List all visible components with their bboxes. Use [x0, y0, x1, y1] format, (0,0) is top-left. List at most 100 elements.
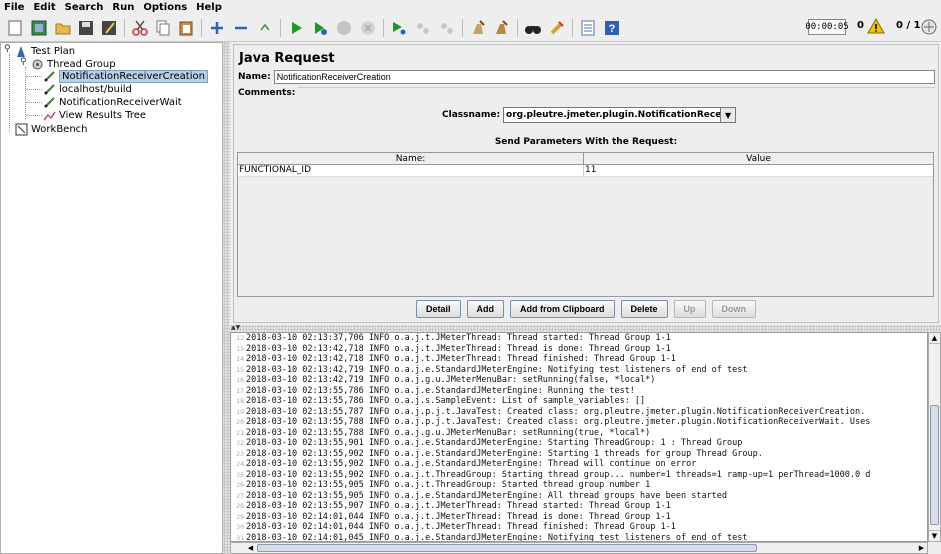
log-line-number: 31 — [236, 533, 244, 542]
start-icon[interactable] — [285, 17, 307, 39]
split-pane-divider[interactable] — [223, 42, 230, 554]
expand-toggle-icon[interactable]: ⚲ — [20, 57, 27, 67]
function-helper-icon[interactable] — [577, 17, 599, 39]
comments-row: Comments: — [238, 86, 935, 100]
toolbar-separator — [572, 19, 573, 37]
log-line: 13 2018-03-10 02:13:42,718 INFO o.a.j.t.J… — [231, 344, 927, 355]
collapse-arrows-icon[interactable]: ▲▼ — [231, 324, 240, 331]
classname-select[interactable]: org.pleutre.jmeter.plugin.NotificationRe… — [503, 107, 722, 123]
log-line-text: 2018-03-10 02:13:55,905 INFO o.a.j.t.Thr… — [246, 480, 651, 490]
chevron-down-icon[interactable]: ▼ — [721, 107, 737, 123]
save-icon[interactable] — [75, 17, 97, 39]
menu-search[interactable]: Search — [65, 2, 104, 13]
log-viewer[interactable]: 12 2018-03-10 02:13:37,706 INFO o.a.j.t.J… — [230, 332, 928, 542]
log-line: 27 2018-03-10 02:13:55,905 INFO o.a.j.e.S… — [231, 491, 927, 502]
add-from-clipboard-button[interactable]: Add from Clipboard — [510, 300, 615, 318]
remote-shutdown-icon[interactable] — [436, 17, 458, 39]
tree-line — [9, 54, 10, 132]
log-line-text: 2018-03-10 02:13:55,788 INFO o.a.j.g.u.J… — [246, 427, 651, 438]
clear-all-icon[interactable] — [491, 17, 513, 39]
log-line-number: 19 — [236, 407, 244, 416]
new-icon[interactable] — [4, 17, 26, 39]
toolbar-separator — [280, 19, 281, 37]
shutdown-icon[interactable] — [357, 17, 379, 39]
scroll-left-icon[interactable]: ◀ — [245, 543, 256, 553]
menu-file[interactable]: File — [4, 2, 24, 13]
templates-icon[interactable] — [28, 17, 50, 39]
delete-button[interactable]: Delete — [620, 300, 668, 318]
help-icon[interactable]: ? — [601, 17, 623, 39]
down-button[interactable]: Down — [711, 300, 757, 318]
log-line-number: 26 — [236, 481, 244, 489]
table-row[interactable]: FUNCTIONAL_ID 11 — [238, 165, 933, 177]
java-request-panel: Java Request Name: Comments: Classname: … — [230, 42, 941, 325]
log-line-number: 17 — [236, 386, 244, 395]
error-count: 0 — [857, 20, 864, 31]
cut-icon[interactable] — [129, 17, 151, 39]
open-icon[interactable] — [52, 17, 74, 39]
up-button[interactable]: Up — [673, 300, 706, 318]
toolbar-separator — [517, 19, 518, 37]
tree-node-localhost-build[interactable]: localhost/build — [43, 83, 132, 96]
remote-stop-icon[interactable] — [412, 17, 434, 39]
expand-icon[interactable] — [206, 17, 228, 39]
log-line: 14 2018-03-10 02:13:42,718 INFO o.a.j.t.J… — [231, 354, 927, 365]
scroll-up-icon[interactable]: ▲ — [929, 333, 940, 344]
log-horizontal-scrollbar[interactable]: ◀ ▶ — [230, 542, 928, 554]
log-line-text: 2018-03-10 02:13:55,902 INFO o.a.j.t.Thr… — [246, 469, 871, 480]
tree-node-notification-creation[interactable]: NotificationReceiverCreation — [43, 70, 208, 83]
scroll-thumb[interactable] — [257, 544, 757, 552]
log-line-text: 2018-03-10 02:14:01,045 INFO o.a.j.e.Sta… — [246, 532, 748, 542]
remote-start-icon[interactable] — [388, 17, 410, 39]
detail-button[interactable]: Detail — [416, 300, 461, 318]
menu-run[interactable]: Run — [112, 2, 134, 13]
copy-icon[interactable] — [152, 17, 174, 39]
classname-row: Classname: org.pleutre.jmeter.plugin.Not… — [442, 107, 737, 123]
name-input[interactable] — [273, 70, 935, 84]
log-split-divider[interactable]: ▲▼ — [230, 324, 941, 332]
menu-help[interactable]: Help — [196, 2, 222, 13]
scroll-thumb[interactable] — [930, 405, 939, 525]
menu-options[interactable]: Options — [143, 2, 187, 13]
log-line-number: 23 — [236, 449, 244, 458]
log-line-text: 2018-03-10 02:13:55,902 INFO o.a.j.e.Sta… — [246, 448, 763, 459]
menu-edit[interactable]: Edit — [33, 2, 55, 13]
paste-icon[interactable] — [175, 17, 197, 39]
tree-node-view-results-tree[interactable]: View Results Tree — [43, 109, 146, 122]
add-button[interactable]: Add — [466, 300, 505, 318]
stop-icon[interactable] — [333, 17, 355, 39]
column-header-value[interactable]: Value — [584, 153, 933, 164]
log-line-number: 12 — [236, 334, 244, 342]
toolbar-separator — [383, 19, 384, 37]
log-line: 16 2018-03-10 02:13:42,719 INFO o.a.j.g.u… — [231, 375, 927, 386]
tree-node-workbench[interactable]: WorkBench — [15, 123, 88, 136]
log-line-number: 21 — [236, 428, 244, 437]
log-line-text: 2018-03-10 02:13:37,706 INFO o.a.j.t.JMe… — [246, 333, 671, 343]
log-viewer-icon[interactable] — [920, 18, 938, 36]
start-no-pause-icon[interactable] — [309, 17, 331, 39]
comments-input[interactable] — [298, 86, 935, 100]
name-label: Name: — [238, 72, 271, 82]
log-line-text: 2018-03-10 02:13:55,786 INFO o.a.j.s.Sam… — [246, 396, 646, 406]
search-icon[interactable] — [522, 17, 544, 39]
menu-bar: File Edit Search Run Options Help — [0, 0, 941, 14]
tree-node-notification-wait[interactable]: NotificationReceiverWait — [43, 96, 182, 109]
log-line-number: 29 — [236, 512, 244, 521]
log-line-number: 20 — [236, 418, 244, 426]
reset-search-icon[interactable] — [546, 17, 568, 39]
collapse-icon[interactable] — [230, 17, 252, 39]
scroll-down-icon[interactable]: ▼ — [929, 530, 940, 541]
param-value-cell[interactable]: 11 — [584, 165, 933, 176]
log-line: 25 2018-03-10 02:13:55,902 INFO o.a.j.t.T… — [231, 470, 927, 481]
scroll-right-icon[interactable]: ▶ — [916, 543, 927, 553]
log-line: 26 2018-03-10 02:13:55,905 INFO o.a.j.t.T… — [231, 480, 927, 491]
expand-toggle-icon[interactable]: ⚲ — [4, 44, 11, 54]
toggle-icon[interactable] — [254, 17, 276, 39]
listener-icon — [43, 111, 56, 121]
log-line-text: 2018-03-10 02:13:55,787 INFO o.a.j.p.j.t… — [246, 406, 866, 417]
param-name-cell[interactable]: FUNCTIONAL_ID — [238, 165, 584, 176]
log-vertical-scrollbar[interactable]: ▲ ▼ — [928, 332, 941, 542]
save-as-icon[interactable] — [98, 17, 120, 39]
clear-icon[interactable] — [467, 17, 489, 39]
column-header-name[interactable]: Name: — [238, 153, 584, 164]
